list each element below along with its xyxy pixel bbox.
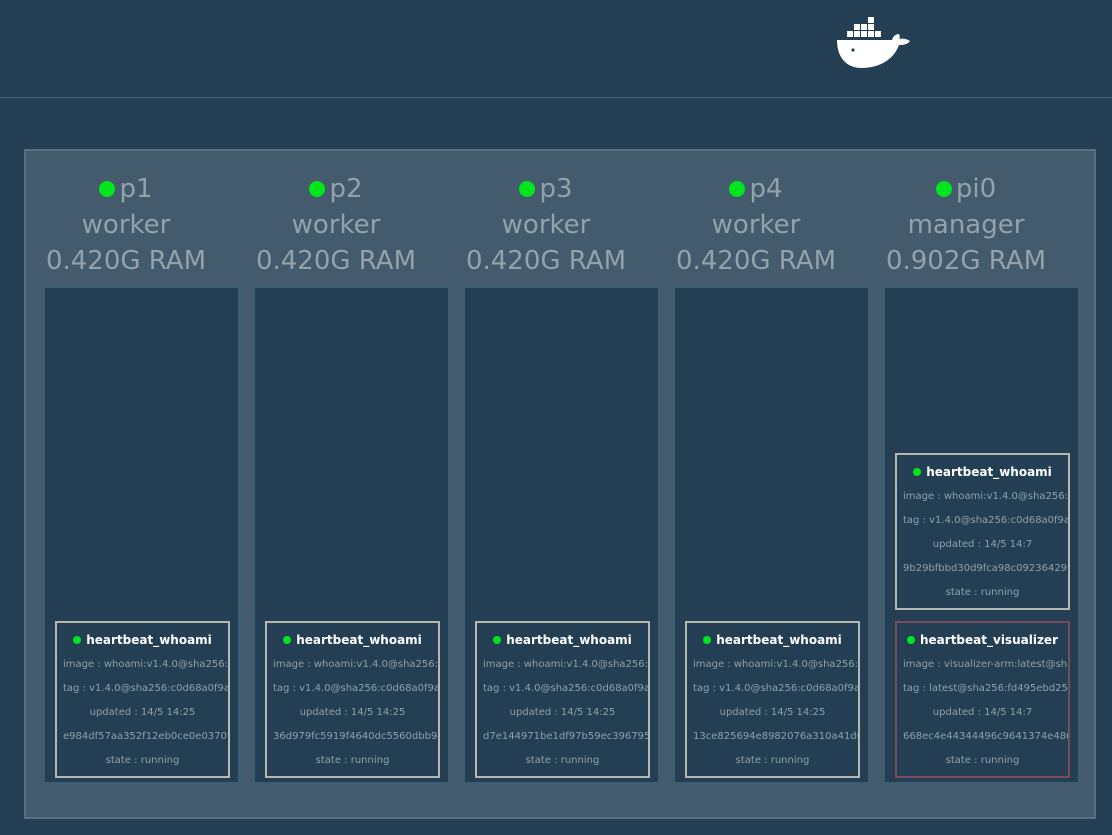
node-header: p4 worker 0.420G RAM [656, 171, 856, 279]
node-ram: 0.420G RAM [45, 246, 207, 276]
node-status-dot [729, 181, 746, 197]
task-title: heartbeat_visualizer [897, 632, 1068, 648]
node-task-area: heartbeat_whoami image : whoami:v1.4.0@s… [673, 286, 870, 784]
task-status-dot [283, 636, 292, 644]
task-title: heartbeat_whoami [897, 464, 1068, 480]
node-pi0: pi0 manager 0.902G RAM heartbeat_whoami … [866, 151, 1080, 817]
node-ram: 0.420G RAM [675, 246, 837, 276]
task-tag: tag : latest@sha256:fd495ebd25b1a7 [903, 683, 1068, 694]
node-name: pi0 [955, 174, 997, 204]
task-updated: updated : 14/5 14:25 [719, 707, 826, 718]
task-state: state : running [315, 755, 390, 766]
node-ram: 0.902G RAM [885, 246, 1047, 276]
node-name: p1 [119, 174, 153, 204]
node-task-area: heartbeat_whoami image : whoami:v1.4.0@s… [43, 286, 240, 784]
task-title: heartbeat_whoami [477, 632, 648, 648]
task-title: heartbeat_whoami [57, 632, 228, 648]
task-status-dot [73, 636, 82, 644]
node-name: p2 [329, 174, 363, 204]
node-p3: p3 worker 0.420G RAM heartbeat_whoami im… [446, 151, 660, 817]
task-status-dot [703, 636, 712, 644]
node-ram: 0.420G RAM [465, 246, 627, 276]
node-p1: p1 worker 0.420G RAM heartbeat_whoami im… [26, 151, 240, 817]
node-p4: p4 worker 0.420G RAM heartbeat_whoami im… [656, 151, 870, 817]
node-header: p1 worker 0.420G RAM [26, 171, 226, 279]
task-service-name: heartbeat_whoami [86, 633, 212, 647]
task-id: d7e144971be1df97b59ec39679597c [483, 731, 650, 742]
task-id: e984df57aa352f12eb0ce0e0370f809 [63, 731, 228, 742]
task-tag: tag : v1.4.0@sha256:c0d68a0f9acde95c5214… [273, 683, 440, 694]
task-tag: tag : v1.4.0@sha256:c0d68a0f9acde95c5214… [483, 683, 650, 694]
top-bar [0, 0, 1112, 98]
node-header: p3 worker 0.420G RAM [446, 171, 646, 279]
task-service-name: heartbeat_whoami [296, 633, 422, 647]
task-status-dot [493, 636, 502, 644]
node-status-dot [935, 181, 952, 197]
node-status-dot [99, 181, 116, 197]
task-card-heartbeat-whoami[interactable]: heartbeat_whoami image : whoami:v1.4.0@s… [55, 621, 230, 778]
node-task-area: heartbeat_whoami image : whoami:v1.4.0@s… [463, 286, 660, 784]
task-updated: updated : 14/5 14:7 [932, 707, 1033, 718]
node-role: worker [81, 210, 171, 240]
task-tag: tag : v1.4.0@sha256:c0d68a0f9acde95c5214… [63, 683, 230, 694]
task-tag: tag : v1.4.0@sha256:c0d68a0f9acde95c5214… [903, 515, 1070, 526]
task-service-name: heartbeat_whoami [716, 633, 842, 647]
node-task-area: heartbeat_whoami image : whoami:v1.4.0@s… [253, 286, 450, 784]
node-status-dot [309, 181, 326, 197]
node-role: worker [711, 210, 801, 240]
task-card-heartbeat-visualizer[interactable]: heartbeat_visualizer image : visualizer-… [895, 621, 1070, 778]
task-updated: updated : 14/5 14:25 [89, 707, 196, 718]
task-id: 13ce825694e8982076a310a41d672c [693, 731, 858, 742]
task-service-name: heartbeat_whoami [926, 465, 1052, 479]
task-tag: tag : v1.4.0@sha256:c0d68a0f9acde95c5214… [693, 683, 860, 694]
node-status-dot [519, 181, 536, 197]
task-image: image : whoami:v1.4.0@sha256:c0d68a0f9ac… [903, 491, 1069, 502]
task-state: state : running [105, 755, 180, 766]
task-service-name: heartbeat_whoami [506, 633, 632, 647]
task-image: image : whoami:v1.4.0@sha256:c0d68a0f9ac… [63, 659, 229, 670]
node-header: pi0 manager 0.902G RAM [866, 171, 1066, 279]
task-image: image : whoami:v1.4.0@sha256:c0d68a0f9ac… [273, 659, 439, 670]
node-task-area: heartbeat_whoami image : whoami:v1.4.0@s… [883, 286, 1080, 784]
task-card-heartbeat-whoami[interactable]: heartbeat_whoami image : whoami:v1.4.0@s… [685, 621, 860, 778]
task-title: heartbeat_whoami [267, 632, 438, 648]
task-id: 36d979fc5919f4640dc5560dbb9402 [273, 731, 440, 742]
task-image: image : visualizer-arm:latest@sha256:fd4… [903, 659, 1068, 670]
task-updated: updated : 14/5 14:25 [299, 707, 406, 718]
docker-whale-icon[interactable] [836, 14, 912, 72]
task-card-heartbeat-whoami[interactable]: heartbeat_whoami image : whoami:v1.4.0@s… [475, 621, 650, 778]
task-image: image : whoami:v1.4.0@sha256:c0d68a0f9ac… [483, 659, 649, 670]
task-status-dot [913, 468, 922, 476]
node-role: worker [291, 210, 381, 240]
task-updated: updated : 14/5 14:7 [932, 539, 1033, 550]
task-service-name: heartbeat_visualizer [920, 633, 1058, 647]
task-image: image : whoami:v1.4.0@sha256:c0d68a0f9ac… [693, 659, 859, 670]
node-ram: 0.420G RAM [255, 246, 417, 276]
task-state: state : running [735, 755, 810, 766]
task-status-dot [907, 636, 915, 644]
node-name: p3 [539, 174, 573, 204]
task-state: state : running [945, 587, 1020, 598]
task-title: heartbeat_whoami [687, 632, 858, 648]
task-id: 9b29bfbbd30d9fca98c09236429fc41 [903, 563, 1068, 574]
task-state: state : running [525, 755, 600, 766]
task-state: state : running [945, 755, 1020, 766]
node-p2: p2 worker 0.420G RAM heartbeat_whoami im… [236, 151, 450, 817]
task-card-heartbeat-whoami[interactable]: heartbeat_whoami image : whoami:v1.4.0@s… [895, 453, 1070, 610]
node-name: p4 [749, 174, 783, 204]
swarm-cluster: p1 worker 0.420G RAM heartbeat_whoami im… [24, 149, 1096, 819]
task-id: 668ec4e44344496c9641374e486ae8 [903, 731, 1068, 742]
node-role: worker [501, 210, 591, 240]
task-card-heartbeat-whoami[interactable]: heartbeat_whoami image : whoami:v1.4.0@s… [265, 621, 440, 778]
node-role: manager [907, 210, 1025, 240]
node-header: p2 worker 0.420G RAM [236, 171, 436, 279]
task-updated: updated : 14/5 14:25 [509, 707, 616, 718]
